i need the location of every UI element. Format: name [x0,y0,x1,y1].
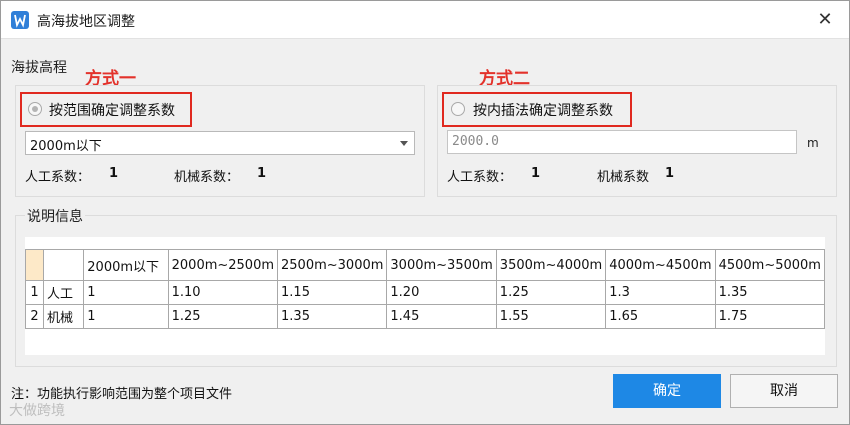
row-name[interactable]: 人工 [42,280,85,305]
title-bar: 高海拔地区调整 ✕ [1,1,849,39]
table-cell[interactable]: 1.35 [714,280,826,305]
altitude-range-value: 2000m以下 [30,139,102,154]
table-cell[interactable]: 1.35 [277,304,388,329]
dialog-window: 高海拔地区调整 ✕ 海拔高程 方式一 按范围确定调整系数 2000m以下 人工系… [0,0,850,425]
table-name-header [42,249,85,281]
table-corner-cell [25,249,44,281]
column-header: 4500m~5000m [714,249,826,281]
cancel-button[interactable]: 取消 [730,374,838,408]
column-header: 3500m~4000m [495,249,607,281]
method-two-machine-label: 机械系数 [597,170,650,185]
table-cell[interactable]: 1 [83,304,169,329]
method-one-radio-label[interactable]: 按范围确定调整系数 [49,100,175,120]
interpolation-altitude-input[interactable]: 2000.0 [447,130,797,154]
table-cell[interactable]: 1.75 [714,304,826,329]
table-cell[interactable]: 1.15 [277,280,388,305]
table-row: 2 机械 1 1.25 1.35 1.45 1.55 1.65 1.75 [25,304,826,329]
method-two-machine-value: 1 [665,166,675,181]
method-one-radio[interactable] [28,102,42,116]
altitude-range-dropdown[interactable]: 2000m以下 [25,131,415,155]
table-cell[interactable]: 1.45 [386,304,497,329]
column-header: 2500m~3000m [277,249,388,281]
ok-button[interactable]: 确定 [613,374,721,408]
method-one-machine-label: 机械系数： [174,170,240,185]
altitude-section-label: 海拔高程 [11,60,67,76]
method-one-machine-value: 1 [257,166,267,181]
table-cell[interactable]: 1.55 [495,304,607,329]
altitude-unit: m [807,136,819,150]
table-cell[interactable]: 1.25 [495,280,607,305]
coefficient-table: 2000m以下 2000m~2500m 2500m~3000m 3000m~35… [25,249,826,329]
info-section-label: 说明信息 [25,206,85,226]
row-name[interactable]: 机械 [42,304,85,329]
method-two-radio-label[interactable]: 按内插法确定调整系数 [473,100,613,120]
window-title: 高海拔地区调整 [37,14,135,30]
table-cell[interactable]: 1.25 [167,304,279,329]
table-cell[interactable]: 1.20 [386,280,497,305]
column-header: 4000m~4500m [605,249,716,281]
table-header-row: 2000m以下 2000m~2500m 2500m~3000m 3000m~35… [25,249,826,281]
table-cell[interactable]: 1 [83,280,169,305]
watermark: 大做跨境 [9,403,65,419]
method-one-labor-value: 1 [109,166,119,181]
coefficient-table-area: 2000m以下 2000m~2500m 2500m~3000m 3000m~35… [25,237,826,355]
column-header: 2000m~2500m [167,249,279,281]
app-logo-icon [11,11,29,29]
column-header: 3000m~3500m [386,249,497,281]
column-header: 2000m以下 [83,249,169,281]
close-icon[interactable]: ✕ [815,10,835,30]
table-cell[interactable]: 1.3 [605,280,716,305]
method-two-radio[interactable] [451,102,465,116]
chevron-down-icon[interactable] [400,141,408,146]
row-number: 2 [25,304,44,329]
method-one-labor-label: 人工系数： [25,170,91,185]
table-cell[interactable]: 1.65 [605,304,716,329]
row-number: 1 [25,280,44,305]
table-cell[interactable]: 1.10 [167,280,279,305]
table-row: 1 人工 1 1.10 1.15 1.20 1.25 1.3 1.35 [25,280,826,305]
method-two-labor-value: 1 [531,166,541,181]
method-two-labor-label: 人工系数： [447,170,513,185]
